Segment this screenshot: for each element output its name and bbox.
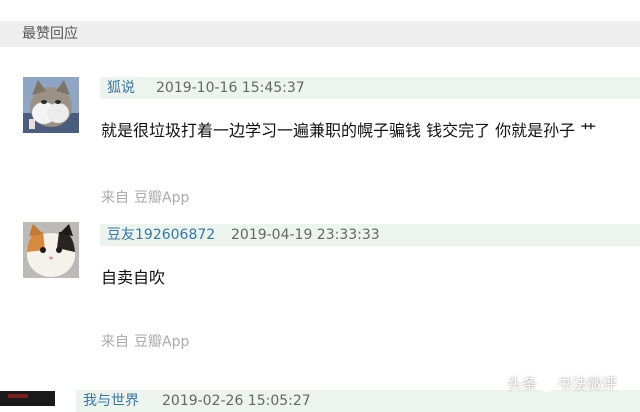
calico-cat-avatar-icon (23, 222, 79, 278)
avatar[interactable] (23, 222, 79, 278)
source-app-link[interactable]: 豆瓣App (134, 334, 189, 350)
avatar[interactable] (0, 391, 55, 406)
author-link[interactable]: 我与世界 (83, 393, 139, 409)
comment-source: 来自 豆瓣App (101, 334, 189, 350)
comment-time: 2019-04-19 23:33:33 (231, 227, 380, 243)
section-title: 最赞回应 (22, 26, 78, 42)
source-app-link[interactable]: 豆瓣App (134, 190, 189, 206)
at-icon (540, 378, 555, 392)
author-link[interactable]: 豆友192606872 (107, 227, 215, 243)
comment-text: 自卖自吹 (101, 268, 166, 287)
comment-time: 2019-10-16 15:45:37 (156, 80, 305, 96)
comment-meta: 狐说 2019-10-16 15:45:37 (100, 77, 640, 99)
watermark: 头条 书法微评 (507, 372, 617, 396)
section-header: 最赞回应 (0, 21, 640, 47)
watermark-prefix: 头条 (507, 375, 538, 393)
comment-source: 来自 豆瓣App (101, 190, 189, 206)
avatar[interactable] (23, 77, 79, 133)
comment-time: 2019-02-26 15:05:27 (162, 393, 311, 409)
watermark-name: 书法微评 (557, 375, 618, 393)
cat-avatar-icon (23, 77, 79, 133)
comment-text: 就是很垃圾打着一边学习一遍兼职的幌子骗钱 钱交完了 你就是孙子 艹 (101, 121, 597, 140)
comment-meta: 豆友192606872 2019-04-19 23:33:33 (100, 224, 640, 246)
dark-avatar-icon (0, 391, 55, 406)
source-prefix: 来自 (101, 334, 129, 350)
author-link[interactable]: 狐说 (107, 80, 135, 96)
source-prefix: 来自 (101, 190, 129, 206)
